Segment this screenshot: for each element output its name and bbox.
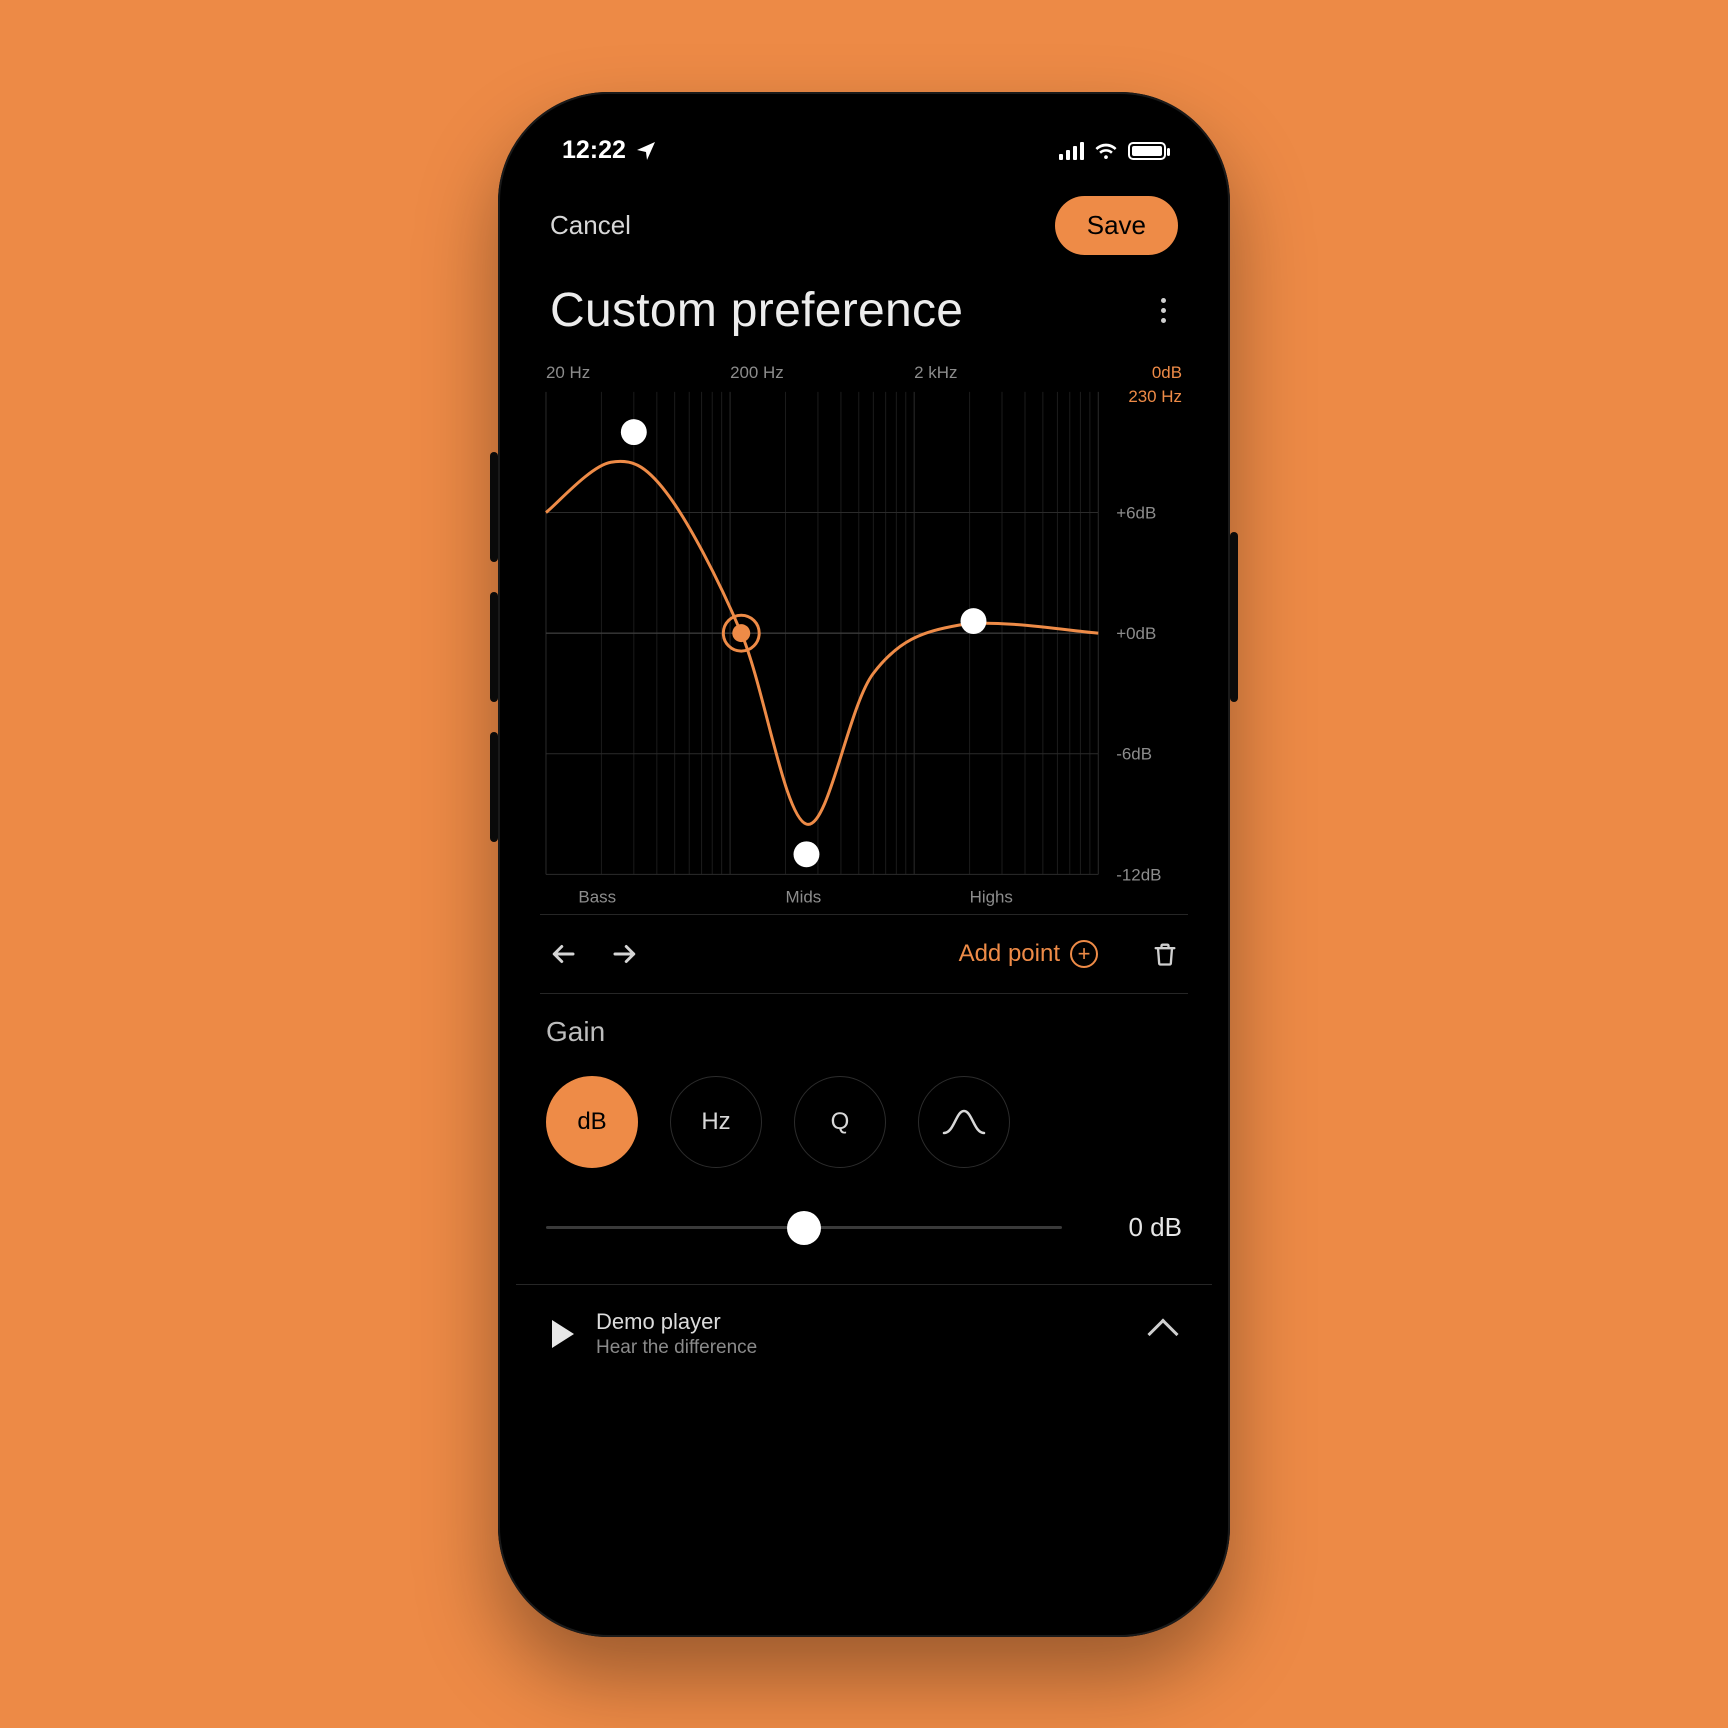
gain-slider-value: 0 dB [1092, 1212, 1182, 1243]
gain-section: Gain dB Hz Q 0 dB [516, 994, 1212, 1258]
delete-point-button[interactable] [1148, 937, 1182, 971]
gain-slider-thumb[interactable] [787, 1211, 821, 1245]
freq-tick-label: 200 Hz [730, 362, 784, 381]
param-selector-row: dB Hz Q [546, 1076, 1182, 1168]
chevron-up-icon [1147, 1318, 1178, 1349]
eq-node[interactable] [794, 841, 820, 867]
y-tick-label: -6dB [1116, 744, 1152, 763]
cellular-icon [1059, 142, 1084, 160]
freq-tick-label: 2 kHz [914, 362, 957, 381]
redo-button[interactable] [608, 937, 642, 971]
freq-tick-label: 20 Hz [546, 362, 590, 381]
active-db-readout: 0dB [1152, 362, 1182, 381]
demo-player-title: Demo player [596, 1309, 757, 1335]
param-hz-label: Hz [701, 1108, 730, 1136]
y-tick-label: +0dB [1116, 624, 1156, 643]
location-icon [634, 139, 658, 163]
y-tick-label: -12dB [1116, 865, 1161, 884]
eq-response-curve [546, 461, 1098, 824]
param-db-label: dB [577, 1108, 606, 1136]
param-bell-button[interactable] [918, 1076, 1010, 1168]
gain-slider-row: 0 dB [546, 1208, 1182, 1248]
play-icon [552, 1320, 574, 1348]
bell-curve-icon [942, 1107, 986, 1137]
band-label: Mids [786, 887, 822, 906]
phone-frame: 12:22 Cancel Save Custom preferen [498, 92, 1230, 1637]
demo-player-row[interactable]: Demo player Hear the difference [516, 1284, 1212, 1383]
gain-slider[interactable] [546, 1208, 1062, 1248]
param-db-button[interactable]: dB [546, 1076, 638, 1168]
undo-button[interactable] [546, 937, 580, 971]
wifi-icon [1094, 139, 1118, 163]
param-q-button[interactable]: Q [794, 1076, 886, 1168]
eq-toolbar: Add point + [516, 915, 1212, 993]
eq-chart[interactable]: +6dB +0dB -6dB -12dB 20 Hz 200 Hz 2 kHz Bass Mid… [516, 348, 1212, 914]
battery-icon [1128, 142, 1166, 160]
page-title: Custom preference [550, 283, 963, 338]
eq-node[interactable] [961, 608, 987, 634]
nav-bar: Cancel Save [516, 182, 1212, 261]
band-label: Highs [970, 887, 1013, 906]
gain-section-title: Gain [546, 1016, 1182, 1048]
plus-circle-icon: + [1070, 940, 1098, 968]
add-point-button[interactable]: Add point + [959, 940, 1098, 968]
active-hz-readout: 230 Hz [1128, 386, 1182, 405]
eq-node[interactable] [621, 419, 647, 445]
save-button[interactable]: Save [1055, 196, 1178, 255]
param-q-label: Q [831, 1108, 850, 1136]
add-point-label: Add point [959, 940, 1060, 968]
y-tick-label: +6dB [1116, 503, 1156, 522]
demo-player-subtitle: Hear the difference [596, 1337, 757, 1359]
screen: 12:22 Cancel Save Custom preferen [516, 110, 1212, 1619]
status-time: 12:22 [562, 136, 626, 165]
more-menu-button[interactable] [1148, 295, 1178, 325]
notch [714, 110, 1014, 156]
title-row: Custom preference [516, 261, 1212, 348]
band-label: Bass [578, 887, 616, 906]
cancel-button[interactable]: Cancel [550, 210, 631, 241]
param-hz-button[interactable]: Hz [670, 1076, 762, 1168]
